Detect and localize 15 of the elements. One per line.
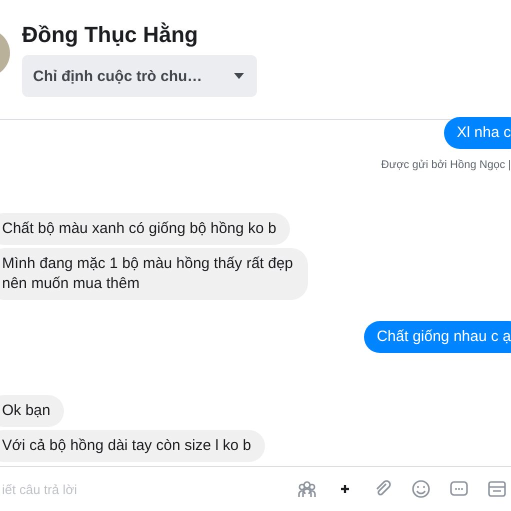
message-bubble: Chất giống nhau c ạ: [364, 321, 511, 353]
contact-name: Đồng Thục Hằng: [22, 22, 199, 48]
people-icon[interactable]: [297, 479, 317, 499]
message-bubble: Với cả bộ hồng dài tay còn size l ko b: [0, 430, 266, 462]
message-bubble: Xl nha c: [444, 117, 511, 149]
caret-icon: [233, 72, 245, 80]
card-icon[interactable]: [487, 479, 507, 499]
chat-dots-icon[interactable]: [449, 479, 469, 499]
assign-dropdown[interactable]: Chỉ định cuộc trò chu…: [22, 55, 257, 97]
sender-note: Được gửi bởi Hồng Ngọc |: [381, 159, 511, 171]
message-bubble: Ok bạn: [0, 395, 64, 427]
avatar: [0, 33, 10, 73]
smiley-icon[interactable]: [411, 479, 431, 499]
message-bubble: Chất bộ màu xanh có giống bộ hồng ko b: [0, 213, 290, 245]
message-bubble: Mình đang mặc 1 bộ màu hồng thấy rất đẹp nên muốn mua thêm: [0, 248, 308, 300]
